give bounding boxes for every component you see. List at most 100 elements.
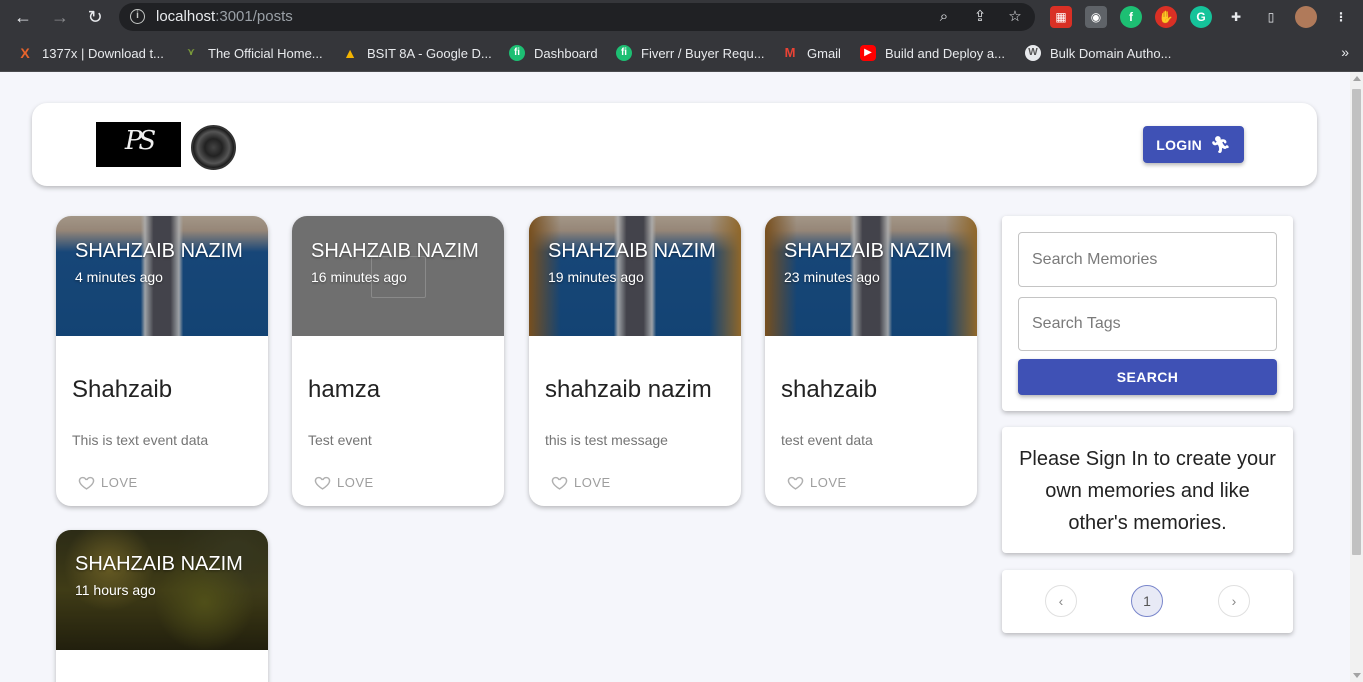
- extension-grammarly-icon[interactable]: G: [1190, 6, 1212, 28]
- post-message: this is test message: [545, 432, 668, 448]
- brand-logo[interactable]: PS: [96, 122, 181, 167]
- love-button[interactable]: LOVE: [314, 474, 374, 491]
- bookmark-item[interactable]: M Gmail: [782, 44, 841, 62]
- search-tags-input[interactable]: [1018, 297, 1277, 351]
- camera-lens-logo: [191, 125, 236, 170]
- pagination-prev-chevron-icon[interactable]: ‹: [1045, 585, 1077, 617]
- bookmark-star-icon[interactable]: ☆: [1005, 7, 1025, 27]
- x-icon: X: [20, 45, 30, 61]
- post-time: 19 minutes ago: [548, 269, 644, 285]
- site-info-icon[interactable]: i: [130, 9, 145, 24]
- menu-kebab-icon[interactable]: ⋮: [1330, 6, 1352, 28]
- address-url[interactable]: localhost:3001/posts: [156, 8, 293, 25]
- post-card[interactable]: SHAHZAIB NAZIM 11 hours ago: [56, 530, 268, 682]
- signin-notice-panel: Please Sign In to create your own memori…: [1002, 427, 1293, 553]
- post-message: Test event: [308, 432, 372, 448]
- youtube-icon: ▶: [860, 45, 876, 61]
- scroll-up-arrow-icon[interactable]: [1353, 76, 1361, 81]
- post-card[interactable]: SHAHZAIB NAZIM 16 minutes ago hamza Test…: [292, 216, 504, 506]
- love-label: LOVE: [810, 475, 847, 490]
- post-time: 4 minutes ago: [75, 269, 163, 285]
- post-title: shahzaib nazim: [545, 376, 712, 403]
- browser-toolbar: ← → ↻ i localhost:3001/posts ⌕ ⇪ ☆ ▦ ◉ f…: [0, 0, 1363, 34]
- post-card[interactable]: SHAHZAIB NAZIM 19 minutes ago shahzaib n…: [529, 216, 741, 506]
- fiverr-icon: fi: [616, 45, 632, 61]
- love-button[interactable]: LOVE: [787, 474, 847, 491]
- drive-icon: ▲: [343, 45, 357, 61]
- bookmark-label: Gmail: [807, 45, 841, 61]
- login-run-icon: 🏃︎: [1210, 136, 1231, 154]
- love-button[interactable]: LOVE: [78, 474, 138, 491]
- extension-camera-icon[interactable]: ◉: [1085, 6, 1107, 28]
- post-message: test event data: [781, 432, 873, 448]
- wordpress-icon: W: [1025, 45, 1041, 61]
- post-message: This is text event data: [72, 432, 209, 448]
- search-panel: SEARCH: [1002, 216, 1293, 411]
- heart-outline-icon: [787, 476, 804, 490]
- pagination-panel: ‹ 1 ›: [1002, 570, 1293, 633]
- post-time: 11 hours ago: [75, 582, 156, 598]
- share-icon[interactable]: ⇪: [970, 7, 990, 27]
- login-button[interactable]: LOGIN 🏃︎: [1143, 126, 1244, 163]
- back-icon[interactable]: ←: [12, 6, 34, 28]
- bookmark-label: 1377x | Download t...: [42, 45, 164, 61]
- pagination-next-chevron-icon[interactable]: ›: [1218, 585, 1250, 617]
- address-bar[interactable]: i localhost:3001/posts ⌕ ⇪ ☆: [119, 3, 1035, 31]
- signin-notice-text: Please Sign In to create your own memori…: [1019, 448, 1276, 534]
- post-time: 16 minutes ago: [311, 269, 407, 285]
- bookmark-label: Bulk Domain Autho...: [1050, 45, 1172, 61]
- bookmark-label: Build and Deploy a...: [885, 45, 1005, 61]
- bookmark-label: Dashboard: [534, 45, 598, 61]
- love-label: LOVE: [337, 475, 374, 490]
- url-host: localhost: [156, 8, 216, 25]
- bookmark-item[interactable]: fi Dashboard: [509, 44, 598, 62]
- bookmark-label: The Official Home...: [208, 45, 323, 61]
- heart-outline-icon: [314, 476, 331, 490]
- bookmark-item[interactable]: W Bulk Domain Autho...: [1025, 44, 1171, 62]
- reload-icon[interactable]: ↻: [84, 6, 106, 28]
- bookmark-label: BSIT 8A - Google D...: [367, 45, 492, 61]
- vue-icon: ⋎: [186, 47, 196, 58]
- heart-outline-icon: [78, 476, 95, 490]
- bookmarks-overflow-icon[interactable]: »: [1341, 44, 1349, 60]
- post-card[interactable]: SHAHZAIB NAZIM 23 minutes ago shahzaib t…: [765, 216, 977, 506]
- scroll-thumb[interactable]: [1352, 89, 1361, 555]
- bookmark-item[interactable]: ▲ BSIT 8A - Google D...: [342, 44, 492, 62]
- login-label: LOGIN: [1156, 136, 1203, 153]
- post-title: shahzaib: [781, 376, 878, 403]
- search-button[interactable]: SEARCH: [1018, 359, 1277, 395]
- side-panel-icon[interactable]: ▯: [1260, 6, 1282, 28]
- search-memories-input[interactable]: [1018, 232, 1277, 287]
- post-author: SHAHZAIB NAZIM: [75, 553, 243, 575]
- bookmark-item[interactable]: ▶ Build and Deploy a...: [860, 44, 1005, 62]
- extension-fiverr-icon[interactable]: f: [1120, 6, 1142, 28]
- extensions-puzzle-icon[interactable]: ✚: [1225, 6, 1247, 28]
- pagination-page-button[interactable]: 1: [1131, 585, 1163, 617]
- url-path: :3001/posts: [215, 8, 293, 25]
- post-title: hamza: [308, 376, 381, 403]
- post-author: SHAHZAIB NAZIM: [75, 240, 243, 262]
- gmail-icon: M: [784, 45, 796, 60]
- app-header: PS LOGIN 🏃︎: [32, 103, 1317, 186]
- zoom-icon[interactable]: ⌕: [934, 7, 954, 27]
- love-button[interactable]: LOVE: [551, 474, 611, 491]
- profile-avatar[interactable]: [1295, 6, 1317, 28]
- love-label: LOVE: [574, 475, 611, 490]
- extension-calendar-icon[interactable]: ▦: [1050, 6, 1072, 28]
- bookmark-label: Fiverr / Buyer Requ...: [641, 45, 765, 61]
- post-author: SHAHZAIB NAZIM: [311, 240, 479, 262]
- fiverr-icon: fi: [509, 45, 525, 61]
- post-card[interactable]: SHAHZAIB NAZIM 4 minutes ago Shahzaib Th…: [56, 216, 268, 506]
- heart-outline-icon: [551, 476, 568, 490]
- scroll-down-arrow-icon[interactable]: [1353, 673, 1361, 678]
- forward-icon[interactable]: →: [49, 6, 71, 28]
- bookmark-item[interactable]: fi Fiverr / Buyer Requ...: [616, 44, 765, 62]
- bookmark-item[interactable]: X 1377x | Download t...: [17, 44, 164, 62]
- bookmark-item[interactable]: ⋎ The Official Home...: [183, 44, 323, 62]
- post-time: 23 minutes ago: [784, 269, 880, 285]
- bookmarks-bar: X 1377x | Download t... ⋎ The Official Hom…: [0, 34, 1363, 72]
- post-author: SHAHZAIB NAZIM: [784, 240, 952, 262]
- extension-block-icon[interactable]: ✋: [1155, 6, 1177, 28]
- post-title: Shahzaib: [72, 376, 173, 403]
- page-scrollbar[interactable]: [1350, 72, 1363, 682]
